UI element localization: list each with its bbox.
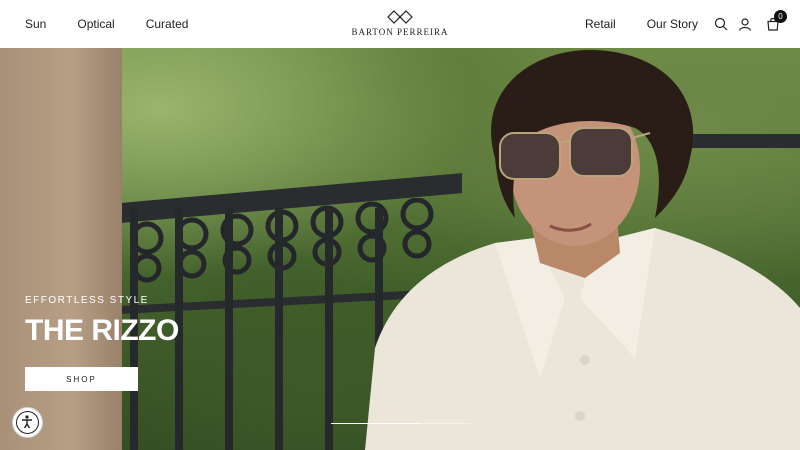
hero-model-photo <box>365 49 800 450</box>
shop-button[interactable]: SHOP <box>25 367 138 391</box>
nav-optical[interactable]: Optical <box>77 17 114 31</box>
hero-copy: EFFORTLESS STYLE THE RIZZO <box>25 295 179 348</box>
cart-icon[interactable]: 0 <box>766 10 787 31</box>
search-icon[interactable] <box>714 17 728 31</box>
hero-eyebrow: EFFORTLESS STYLE <box>25 295 149 306</box>
cart-count-badge: 0 <box>774 10 787 23</box>
slideshow-progress[interactable] <box>331 423 470 424</box>
logo-mark-icon <box>387 10 413 24</box>
nav-our-story[interactable]: Our Story <box>647 17 698 31</box>
account-icon[interactable] <box>738 17 752 31</box>
site-header: Sun Optical Curated BARTON PERREIRA Reta… <box>0 0 800 48</box>
slideshow-progress-fill <box>331 423 422 424</box>
accessibility-button[interactable] <box>12 407 43 438</box>
nav-curated[interactable]: Curated <box>146 17 189 31</box>
nav-retail[interactable]: Retail <box>585 17 616 31</box>
brand-logo[interactable]: BARTON PERREIRA <box>340 10 460 40</box>
nav-sun[interactable]: Sun <box>25 17 46 31</box>
hero-headline: THE RIZZO <box>25 314 179 347</box>
header-icons: 0 <box>704 0 787 48</box>
hero-banner: EFFORTLESS STYLE THE RIZZO SHOP <box>0 48 800 450</box>
primary-nav: Sun Optical Curated <box>25 0 219 48</box>
logo-text: BARTON PERREIRA <box>351 27 449 37</box>
accessibility-icon <box>16 411 39 434</box>
